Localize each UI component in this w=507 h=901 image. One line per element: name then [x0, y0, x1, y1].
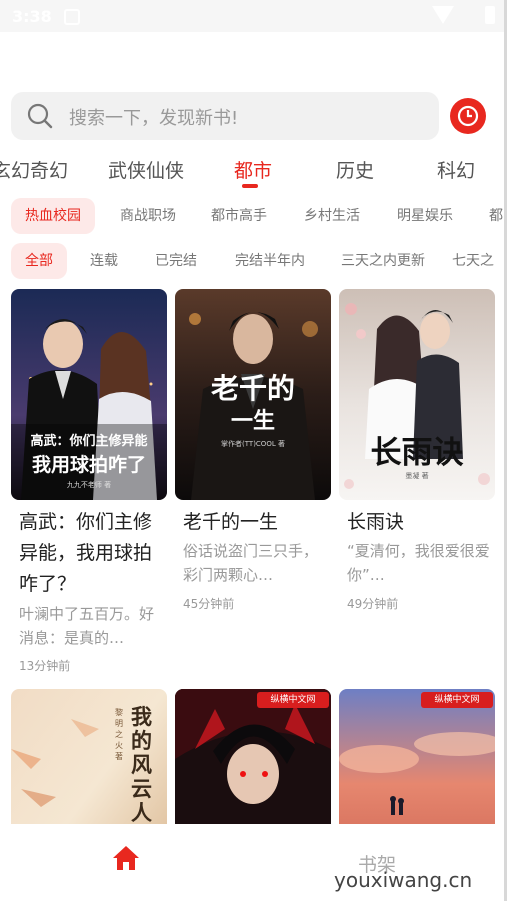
clock-icon: [457, 105, 479, 127]
subcategory-chip[interactable]: 都: [489, 198, 504, 234]
book-card[interactable]: 老千的 一生 掌作者(TT)COOL 著 老千的一生 俗话说盗门三只手，彩门两颗…: [175, 289, 331, 619]
book-card[interactable]: 我的风云人生 黎明之火 著: [11, 689, 167, 824]
book-update-time: 13分钟前: [19, 659, 71, 673]
publisher-badge: 纵横中文网: [257, 692, 329, 708]
wifi-icon: [432, 6, 454, 24]
cover-title-line2: 一生: [230, 409, 275, 434]
subcategory-chip[interactable]: 商战职场: [108, 198, 188, 234]
filter-chip[interactable]: 七天之: [452, 243, 504, 279]
book-card[interactable]: 纵横中文网: [339, 689, 495, 824]
book-update-time: 49分钟前: [347, 597, 399, 611]
watermark: youxiwang.cn: [334, 868, 473, 892]
search-icon: [27, 103, 53, 129]
book-cover: 老千的 一生 掌作者(TT)COOL 著: [175, 289, 331, 500]
book-description: 俗话说盗门三只手，彩门两颗心…: [183, 542, 319, 584]
cover-title-line1: 高武：你们主修异能: [30, 434, 148, 449]
subcategory-chip[interactable]: 热血校园: [11, 198, 95, 234]
filter-row: 全部 连载 已完结 完结半年内 三天之内更新 七天之: [0, 243, 504, 281]
book-cover: 纵横中文网: [339, 689, 495, 824]
cover-title: 长雨诀: [370, 435, 464, 471]
search-input[interactable]: 搜索一下，发现新书!: [11, 92, 439, 140]
cover-author: 黎明之火 著: [115, 708, 123, 761]
book-description: “夏清何，我很爱很爱你”…: [347, 542, 490, 584]
subcategory-chip[interactable]: 乡村生活: [292, 198, 372, 234]
cover-author: 九九不老师 著: [66, 481, 112, 489]
book-title: 长雨诀: [347, 511, 405, 533]
book-update-time: 45分钟前: [183, 597, 235, 611]
search-placeholder: 搜索一下，发现新书!: [69, 108, 239, 129]
filter-chip[interactable]: 三天之内更新: [332, 243, 434, 279]
tab-dushi[interactable]: 都市: [234, 156, 272, 183]
tab-xuanhuan[interactable]: 玄幻奇幻: [0, 156, 68, 183]
tab-wuxia[interactable]: 武侠仙侠: [108, 156, 184, 183]
book-card[interactable]: 长雨诀 墨凝 著 长雨诀 “夏清何，我很爱很爱你”… 49分钟前: [339, 289, 495, 619]
book-cover: 高武：你们主修异能 我用球拍咋了 九九不老师 著: [11, 289, 167, 500]
book-title: 老千的一生: [183, 511, 279, 533]
subcategory-chip[interactable]: 都市高手: [198, 198, 280, 234]
status-bar: 3:38: [0, 0, 507, 32]
cover-title-line2: 我用球拍咋了: [31, 454, 146, 476]
home-icon[interactable]: [111, 843, 141, 873]
book-cover: 纵横中文网: [175, 689, 331, 824]
history-button[interactable]: [450, 98, 486, 134]
publisher-badge: 纵横中文网: [421, 692, 493, 708]
subcategory-chip[interactable]: 明星娱乐: [385, 198, 465, 234]
book-card[interactable]: 纵横中文网: [175, 689, 331, 824]
book-cover: 我的风云人生 黎明之火 著: [11, 689, 167, 824]
cover-author: 掌作者(TT)COOL 著: [221, 440, 285, 448]
status-time: 3:38: [12, 7, 52, 26]
filter-chip[interactable]: 已完结: [146, 243, 206, 279]
cover-author: 墨凝 著: [405, 472, 429, 480]
tab-kehuan[interactable]: 科幻: [437, 156, 475, 183]
cover-title-line1: 老千的: [210, 372, 295, 405]
battery-icon: [485, 6, 495, 24]
filter-chip[interactable]: 完结半年内: [224, 243, 316, 279]
subcategory-row: 热血校园 商战职场 都市高手 乡村生活 明星娱乐 都: [0, 198, 504, 236]
filter-chip[interactable]: 连载: [80, 243, 128, 279]
book-title: 高武：你们主修异能，我用球拍咋了？: [19, 511, 153, 595]
filter-chip[interactable]: 全部: [11, 243, 67, 279]
book-description: 叶澜中了五百万。好消息：是真的…: [19, 605, 155, 647]
cover-title: 我的风云人生: [131, 704, 152, 825]
notification-icon: [64, 9, 80, 25]
book-card[interactable]: 高武：你们主修异能 我用球拍咋了 九九不老师 著 高武：你们主修异能，我用球拍咋…: [11, 289, 167, 679]
book-cover: 长雨诀 墨凝 著: [339, 289, 495, 500]
active-tab-indicator: [242, 184, 258, 188]
tab-lishi[interactable]: 历史: [336, 156, 374, 183]
